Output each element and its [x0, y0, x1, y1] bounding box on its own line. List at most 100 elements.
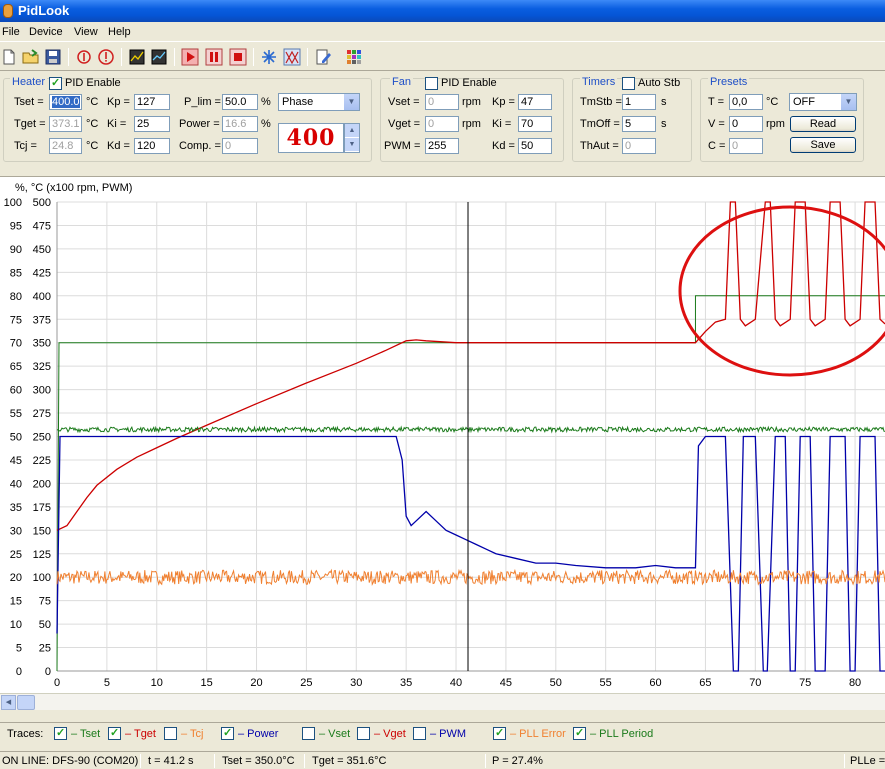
stop-icon[interactable]: [229, 48, 247, 66]
tget-label: Tget =: [14, 118, 46, 130]
trace-checkbox-8[interactable]: [573, 726, 586, 740]
save-preset-button[interactable]: Save: [790, 137, 856, 153]
y-tick-left-label: 60: [10, 385, 22, 397]
horizontal-scrollbar[interactable]: ◀: [0, 693, 885, 710]
heater-kp-label: Kp =: [107, 96, 130, 108]
trace-checkbox-6[interactable]: [413, 727, 426, 740]
y-tick-left-label: 90: [10, 244, 22, 256]
preset-v-field[interactable]: 0: [729, 116, 763, 132]
fan-kd-label: Kd =: [492, 140, 515, 152]
heater-ki-field[interactable]: 25: [134, 116, 170, 132]
chart-view-icon[interactable]: [128, 48, 146, 66]
read-button[interactable]: Read: [790, 116, 856, 132]
y-tick-right-label: 100: [33, 572, 51, 584]
snowflake-icon[interactable]: [260, 48, 278, 66]
tmstb-label: TmStb =: [580, 96, 622, 108]
heater-pid-enable-checkbox[interactable]: [49, 76, 62, 90]
chart-area[interactable]: %, °C (x100 rpm, PWM) 0 0 5 25 10 50 15 75 20 100 2…: [0, 176, 885, 696]
save-icon[interactable]: [44, 48, 62, 66]
y-tick-right-label: 325: [33, 361, 51, 373]
edit-icon[interactable]: [314, 48, 332, 66]
signal-icon[interactable]: [283, 48, 301, 66]
y-tick-right-label: 225: [33, 455, 51, 467]
trace-label-5: – Vget: [374, 728, 406, 740]
spin-up-icon[interactable]: ▲: [345, 124, 359, 138]
x-tick-label: 70: [749, 677, 761, 689]
y-tick-right-label: 475: [33, 220, 51, 232]
pwm-field[interactable]: 255: [425, 138, 459, 154]
heater-kd-label: Kd =: [107, 140, 130, 152]
preset-t-field[interactable]: 0,0: [729, 94, 763, 110]
preset-c-label: C =: [708, 140, 726, 152]
alert-icon[interactable]: [75, 48, 93, 66]
autostb-checkbox[interactable]: [622, 77, 635, 90]
tmoff-field[interactable]: 5: [622, 116, 656, 132]
pwm-label: PWM =: [384, 140, 421, 152]
y-tick-left-label: 40: [10, 478, 22, 490]
y-tick-left-label: 65: [10, 361, 22, 373]
y-tick-right-label: 0: [45, 666, 51, 678]
scroll-left-icon[interactable]: ◀: [1, 695, 16, 710]
chart-svg[interactable]: %, °C (x100 rpm, PWM)0 05 2510 5015 7520 1002…: [0, 177, 885, 697]
new-file-icon[interactable]: [0, 48, 18, 66]
toolbar: [0, 43, 885, 71]
y-tick-left-label: 20: [10, 572, 22, 584]
trace-checkbox-1[interactable]: [108, 726, 121, 740]
trace-checkbox-4[interactable]: [302, 727, 315, 740]
traces-bar: Traces: – Tset – Tget – Tcj – Power – Vset – …: [0, 722, 885, 744]
trace-label-0: – Tset: [71, 728, 101, 740]
tmstb-field[interactable]: 1: [622, 94, 656, 110]
fan-group-title: Fan: [390, 76, 413, 88]
fan-ki-field[interactable]: 70: [518, 116, 552, 132]
y-tick-left-label: 30: [10, 525, 22, 537]
setpoint-spinner[interactable]: ▲ ▼: [344, 123, 360, 153]
pause-icon[interactable]: [205, 48, 223, 66]
trace-label-6: – PWM: [430, 728, 467, 740]
menu-device[interactable]: Device: [29, 26, 63, 38]
fan-kd-field[interactable]: 50: [518, 138, 552, 154]
trace-checkbox-5[interactable]: [357, 727, 370, 740]
y-tick-left-label: 25: [10, 549, 22, 561]
y-tick-right-label: 400: [33, 291, 51, 303]
heater-mode-select[interactable]: Phase ▼: [278, 93, 360, 111]
palette-icon[interactable]: [345, 48, 363, 66]
traces-label: Traces:: [7, 728, 44, 740]
timers-group-title: Timers: [580, 76, 618, 88]
comp-label: Comp. =: [179, 140, 221, 152]
y-tick-right-label: 175: [33, 502, 51, 514]
tset-field[interactable]: 400.0: [49, 94, 82, 110]
trace-checkbox-3[interactable]: [221, 726, 234, 740]
trace-checkbox-0[interactable]: [54, 726, 67, 740]
fan-kp-field[interactable]: 47: [518, 94, 552, 110]
y-tick-left-label: 85: [10, 267, 22, 279]
y-tick-right-label: 350: [33, 338, 51, 350]
menu-help[interactable]: Help: [108, 26, 131, 38]
thaut-field: 0: [622, 138, 656, 154]
fan-pid-enable-checkbox[interactable]: [425, 77, 438, 90]
status-plle: PLLe =: [850, 755, 885, 767]
x-tick-label: 20: [250, 677, 262, 689]
alert-circle-icon[interactable]: [97, 48, 115, 66]
plim-field[interactable]: 50.0: [222, 94, 258, 110]
annotation-ellipse: [678, 205, 885, 377]
menu-file[interactable]: File: [2, 26, 20, 38]
x-tick-label: 0: [54, 677, 60, 689]
trace-checkbox-7[interactable]: [493, 726, 506, 740]
scroll-thumb[interactable]: [17, 695, 35, 710]
record-icon[interactable]: [181, 48, 199, 66]
heater-kp-field[interactable]: 127: [134, 94, 170, 110]
menu-view[interactable]: View: [74, 26, 98, 38]
trace-label-2: – Tcj: [181, 728, 204, 740]
open-folder-icon[interactable]: [22, 48, 40, 66]
chart-export-icon[interactable]: [150, 48, 168, 66]
preset-mode-select[interactable]: OFF ▼: [789, 93, 857, 111]
fan-kp-label: Kp =: [492, 96, 515, 108]
y-tick-left-label: 35: [10, 502, 22, 514]
trace-checkbox-2[interactable]: [164, 727, 177, 740]
vset-field: 0: [425, 94, 459, 110]
y-tick-left-label: 70: [10, 338, 22, 350]
x-tick-label: 5: [104, 677, 110, 689]
spin-down-icon[interactable]: ▼: [345, 138, 359, 152]
heater-group-title: Heater: [10, 76, 48, 88]
heater-kd-field[interactable]: 120: [134, 138, 170, 154]
